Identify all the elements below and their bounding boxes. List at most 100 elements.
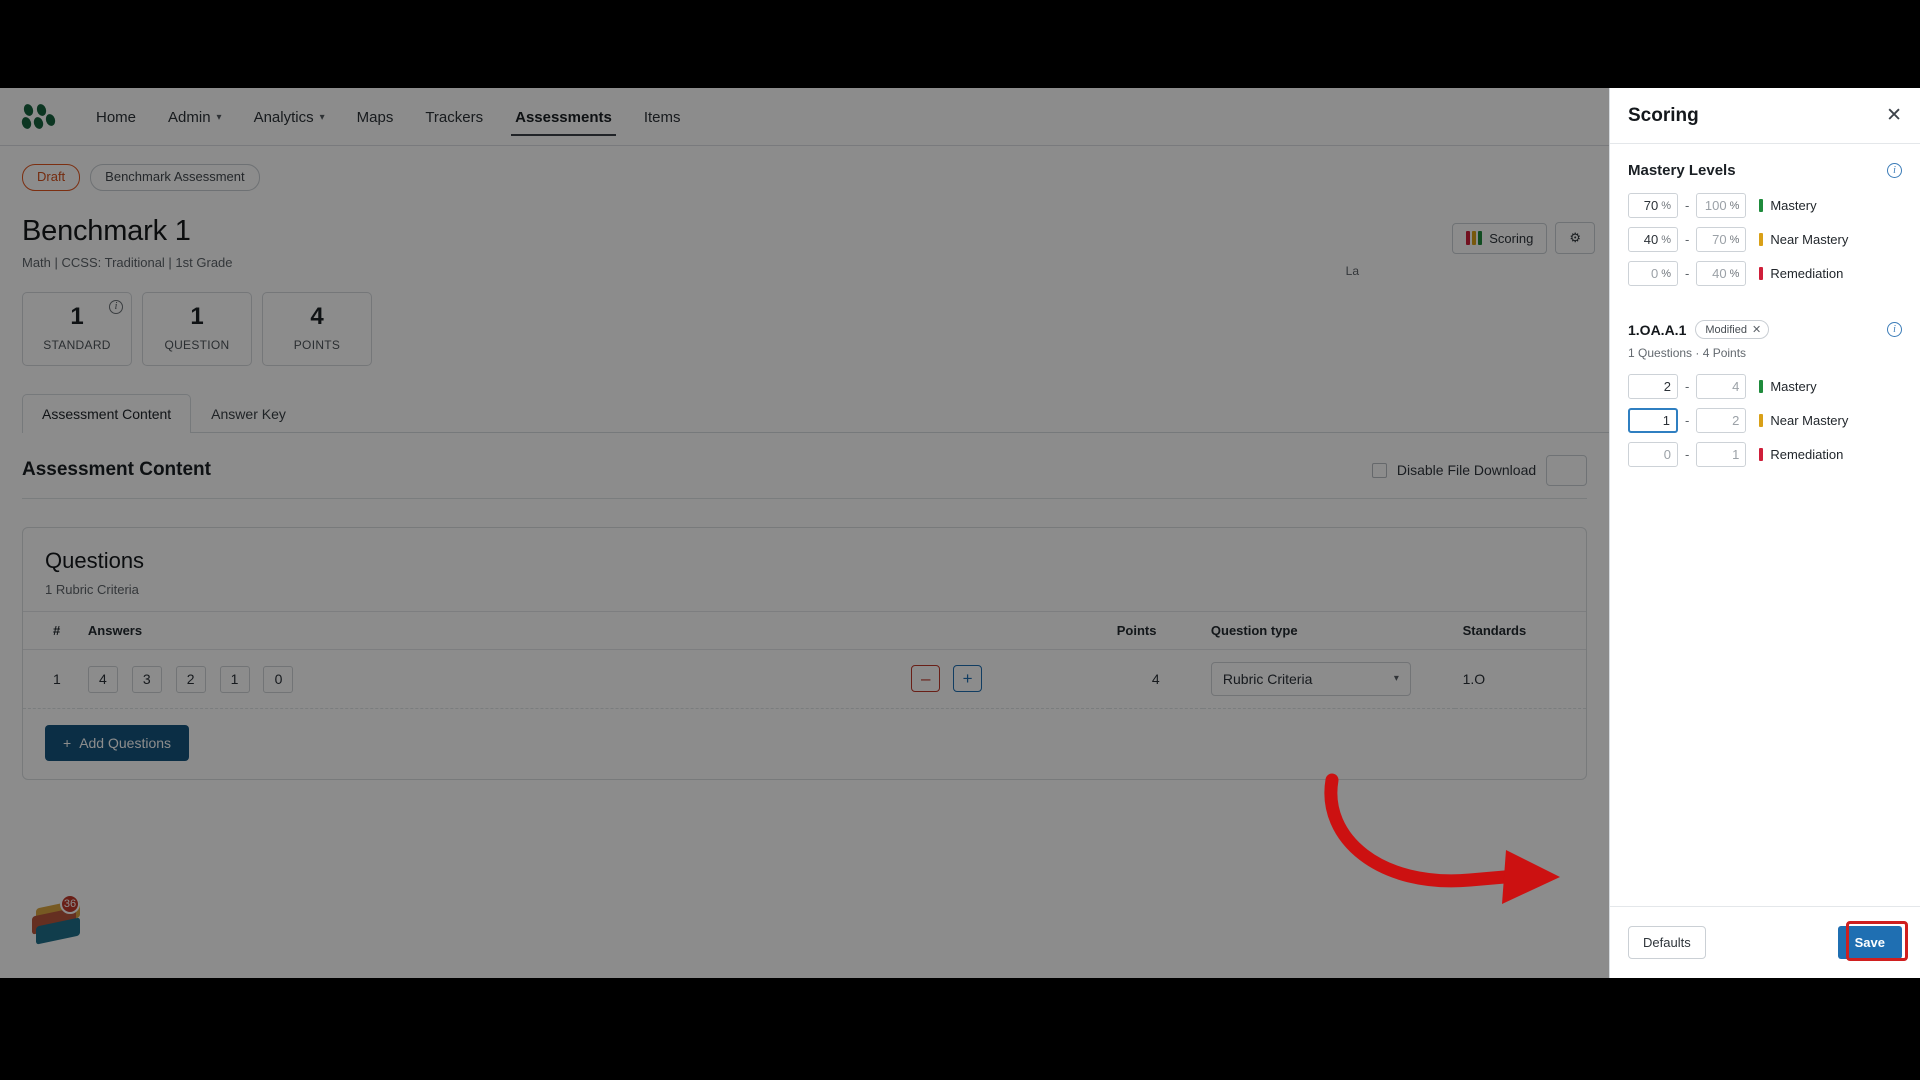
info-icon[interactable]: i [109, 299, 123, 314]
nav-label: Items [643, 108, 681, 126]
level-name: Mastery [1770, 379, 1817, 394]
stat-label: POINTS [293, 338, 341, 353]
questions-card: Questions 1 Rubric Criteria # Answers Po… [22, 526, 1587, 780]
scoring-bars-icon [1466, 231, 1483, 245]
level-name: Remediation [1770, 266, 1844, 281]
cell-row-number: 1 [23, 649, 80, 709]
section-header-actions: Disable File Download [1371, 454, 1587, 486]
stat-card-question: 1 QUESTION [142, 291, 252, 366]
standard-summary: 1 Questions · 4 Points [1628, 346, 1747, 360]
level-name: Remediation [1770, 447, 1844, 462]
chevron-down-icon: ▾ [319, 112, 325, 123]
level-name: Near Mastery [1770, 413, 1849, 428]
drawer-body: Mastery Levels i 70 % - 100 % Mastery 40… [1610, 144, 1920, 906]
disable-file-download-checkbox[interactable] [1371, 462, 1387, 478]
otus-dots-logo[interactable] [20, 102, 57, 130]
remove-answer-button[interactable]: – [911, 665, 941, 693]
remediation-to-input[interactable]: 40 % [1696, 261, 1747, 286]
standard-near-mastery-to-value: 2 [1732, 413, 1740, 428]
disable-file-download-label: Disable File Download [1396, 462, 1537, 479]
standard-remediation-from-input[interactable]: 0 [1628, 442, 1678, 467]
info-icon[interactable]: i [1887, 163, 1902, 178]
resource-stack-widget[interactable]: 36 [32, 894, 92, 950]
save-button-highlight [1846, 921, 1908, 961]
add-questions-button[interactable]: + Add Questions [45, 724, 190, 761]
questions-subtitle: 1 Rubric Criteria [45, 581, 139, 597]
range-dash: - [1685, 447, 1690, 462]
standard-remediation-to-input[interactable]: 1 [1696, 442, 1747, 467]
percent-unit: % [1729, 199, 1740, 212]
question-type-value: Rubric Criteria [1222, 670, 1313, 687]
nav-item-maps[interactable]: Maps [341, 91, 410, 143]
cell-standard: 1.O [1454, 649, 1586, 709]
standard-mastery-from-input[interactable]: 2 [1628, 374, 1678, 399]
standard-mastery-to-value: 4 [1732, 379, 1740, 394]
modified-tag: Modified ✕ [1695, 320, 1770, 339]
section-action-button[interactable] [1546, 454, 1587, 486]
remediation-level-label: Remediation [1759, 266, 1843, 281]
percent-unit: % [1661, 199, 1671, 212]
range-dash: - [1685, 266, 1690, 281]
answer-chip[interactable]: 0 [263, 665, 294, 693]
nav-item-analytics[interactable]: Analytics ▾ [238, 91, 341, 143]
defaults-button[interactable]: Defaults [1628, 926, 1706, 959]
standard-near-mastery-label: Near Mastery [1759, 413, 1848, 428]
stat-label: QUESTION [164, 338, 230, 353]
answer-chip[interactable]: 3 [131, 665, 162, 693]
near-mastery-to-input[interactable]: 70 % [1696, 227, 1747, 252]
nav-item-trackers[interactable]: Trackers [409, 91, 499, 143]
question-type-select[interactable]: Rubric Criteria ▾ [1210, 661, 1411, 696]
close-icon[interactable]: ✕ [1886, 106, 1902, 125]
tab-assessment-content[interactable]: Assessment Content [22, 393, 192, 434]
status-badge-draft: Draft [22, 164, 81, 191]
page-toolbar: Scoring ⚙ [1452, 204, 1609, 254]
standard-mastery-from-value: 2 [1663, 379, 1671, 394]
assessment-type-badge: Benchmark Assessment [90, 164, 260, 191]
standard-header: 1.OA.A.1 Modified ✕ i [1628, 320, 1902, 339]
percent-unit: % [1729, 267, 1740, 280]
screenshot-root: Home Admin ▾ Analytics ▾ Maps Trackers A… [0, 0, 1920, 1080]
level-color-bar [1759, 199, 1764, 212]
mastery-level-row-remediation: 0 % - 40 % Remediation [1628, 261, 1902, 286]
add-answer-button[interactable]: + [953, 665, 983, 693]
answer-chip[interactable]: 1 [219, 665, 250, 693]
nav-item-home[interactable]: Home [80, 91, 152, 143]
table-row: 1 4 3 2 1 0 – + 4 Rubric Criteria ▾ 1.O [23, 649, 1586, 709]
standard-near-mastery-from-input[interactable]: 1 [1628, 408, 1678, 433]
nav-item-items[interactable]: Items [628, 91, 697, 143]
info-icon[interactable]: i [1887, 322, 1902, 337]
near-mastery-from-input[interactable]: 40 % [1628, 227, 1678, 252]
page-title: Benchmark 1 [22, 214, 191, 247]
standard-remediation-from-value: 0 [1663, 447, 1671, 462]
near-mastery-to-value: 70 [1712, 232, 1727, 247]
standard-level-row-near-mastery: 1 - 2 Near Mastery [1628, 408, 1902, 433]
nav-item-assessments[interactable]: Assessments [499, 91, 628, 143]
remediation-from-input[interactable]: 0 % [1628, 261, 1678, 286]
range-dash: - [1685, 232, 1690, 247]
mastery-to-value: 100 [1704, 198, 1727, 213]
standard-mastery-to-input[interactable]: 4 [1696, 374, 1747, 399]
table-header-row: # Answers Points Question type Standards [23, 610, 1586, 650]
level-color-bar [1759, 267, 1764, 280]
last-saved-text: La [1345, 264, 1359, 278]
near-mastery-from-value: 40 [1643, 232, 1659, 247]
settings-button[interactable]: ⚙ [1555, 222, 1595, 254]
standard-mastery-label: Mastery [1759, 379, 1817, 394]
level-color-bar [1759, 448, 1764, 461]
col-header-points: Points [1108, 610, 1203, 650]
stack-badge-count: 36 [60, 894, 80, 914]
range-dash: - [1685, 413, 1690, 428]
chevron-down-icon: ▾ [1393, 673, 1399, 685]
mastery-to-input[interactable]: 100 % [1696, 193, 1747, 218]
answer-chip[interactable]: 4 [87, 665, 118, 693]
mastery-from-input[interactable]: 70 % [1628, 193, 1678, 218]
answer-chip[interactable]: 2 [175, 665, 206, 693]
close-small-icon[interactable]: ✕ [1752, 323, 1761, 336]
standard-remediation-label: Remediation [1759, 447, 1843, 462]
tab-answer-key[interactable]: Answer Key [191, 394, 306, 433]
scoring-button[interactable]: Scoring [1452, 222, 1548, 254]
cell-points: 4 [1108, 649, 1203, 709]
nav-item-admin[interactable]: Admin ▾ [152, 91, 238, 143]
content-tabs: Assessment Content Answer Key [22, 393, 1920, 434]
standard-near-mastery-to-input[interactable]: 2 [1696, 408, 1747, 433]
